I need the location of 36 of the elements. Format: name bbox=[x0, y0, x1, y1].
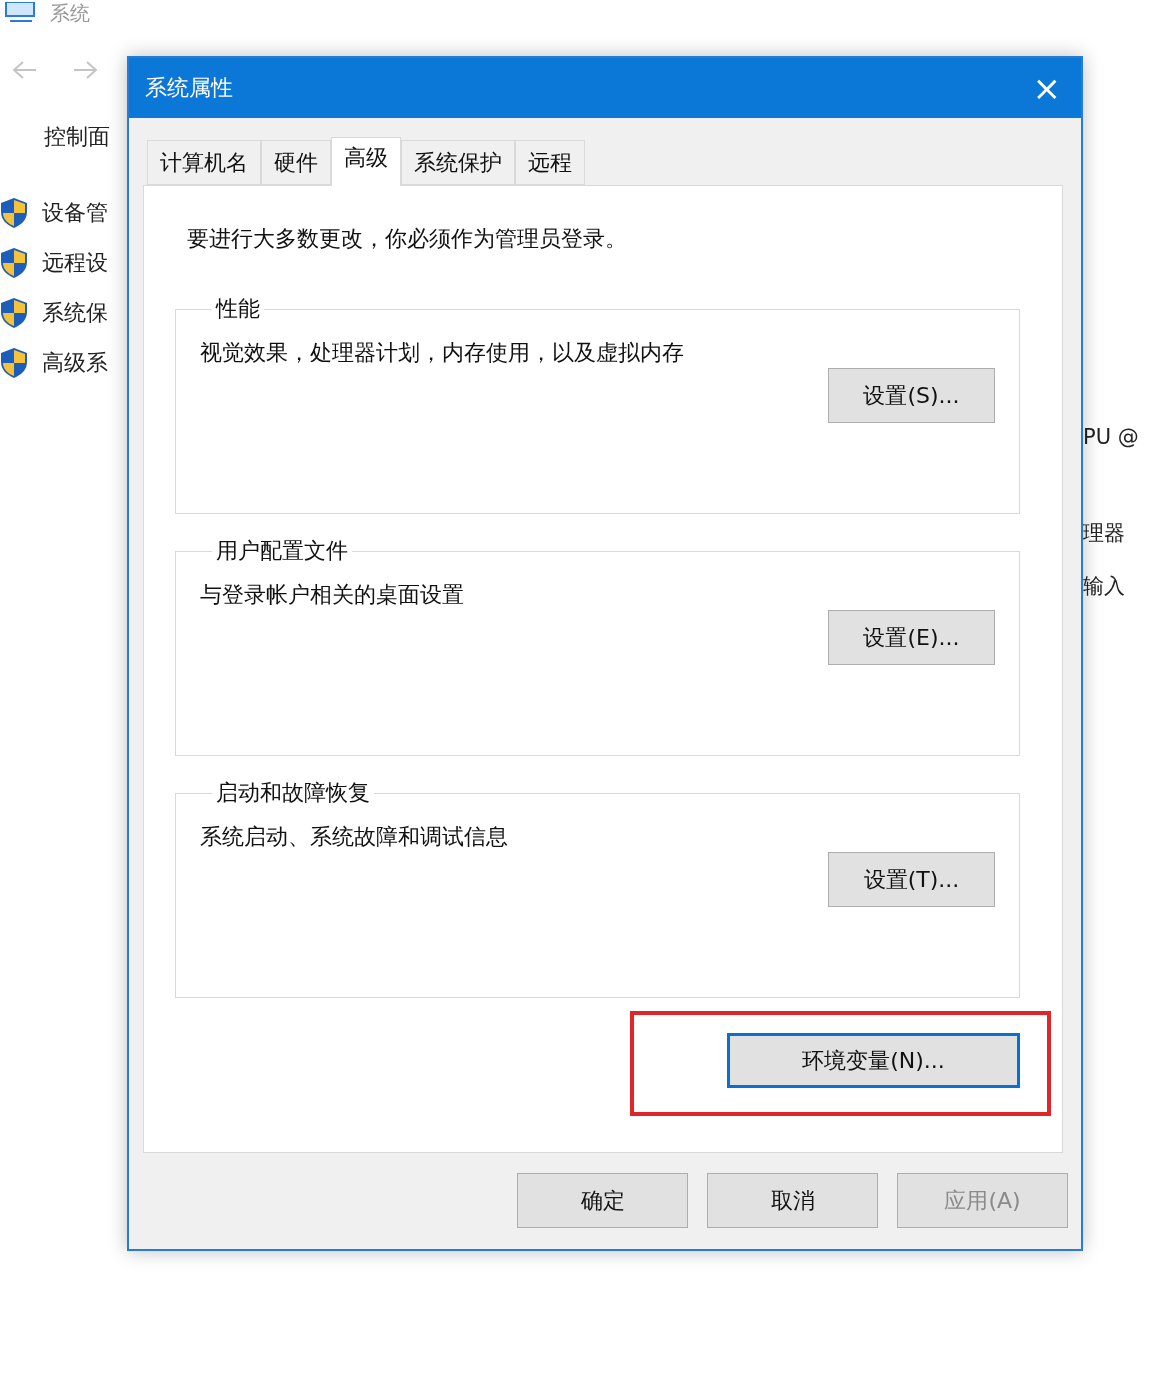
tab[interactable]: 系统保护 bbox=[401, 140, 515, 185]
dialog-button[interactable]: 取消 bbox=[707, 1173, 878, 1228]
tab[interactable]: 远程 bbox=[515, 140, 585, 185]
close-button[interactable]: × bbox=[1028, 71, 1065, 105]
back-arrow-icon[interactable] bbox=[12, 60, 38, 80]
dialog-button[interactable]: 确定 bbox=[517, 1173, 688, 1228]
group-title: 性能 bbox=[214, 295, 261, 323]
sidebar-link[interactable]: 系统保 bbox=[42, 298, 108, 328]
window-title: 系统 bbox=[50, 0, 90, 27]
breadcrumb-link[interactable]: 控制面 bbox=[44, 122, 128, 152]
shield-icon bbox=[0, 347, 28, 379]
info-text: PU @ bbox=[1083, 425, 1140, 449]
shield-icon bbox=[0, 197, 28, 229]
group-description: 视觉效果，处理器计划，内存使用，以及虚拟内存 bbox=[200, 339, 685, 367]
dialog-title: 系统属性 bbox=[145, 74, 233, 102]
settings-button[interactable]: 设置(S)... bbox=[828, 368, 995, 423]
sidebar-link[interactable]: 远程设 bbox=[42, 248, 108, 278]
settings-button[interactable]: 设置(T)... bbox=[828, 852, 995, 907]
shield-icon bbox=[0, 297, 28, 329]
group-title: 用户配置文件 bbox=[215, 537, 349, 565]
info-text: 输入 bbox=[1083, 573, 1126, 600]
sidebar-link[interactable]: 高级系 bbox=[42, 348, 108, 378]
tab[interactable]: 高级 bbox=[331, 137, 401, 186]
tab[interactable]: 硬件 bbox=[261, 140, 331, 185]
sidebar-link[interactable]: 设备管 bbox=[42, 198, 108, 228]
environment-variables-button[interactable]: 环境变量(N)... bbox=[727, 1033, 1020, 1088]
group-description: 系统启动、系统故障和调试信息 bbox=[200, 823, 509, 851]
group-description: 与登录帐户相关的桌面设置 bbox=[200, 581, 465, 609]
settings-button[interactable]: 设置(E)... bbox=[828, 610, 995, 665]
group-title: 启动和故障恢复 bbox=[215, 779, 371, 807]
info-text: 理器 bbox=[1083, 520, 1126, 547]
forward-arrow-icon[interactable] bbox=[72, 60, 98, 80]
notice-text: 要进行大多数更改，你必须作为管理员登录。 bbox=[187, 225, 628, 253]
shield-icon bbox=[0, 247, 28, 279]
tab[interactable]: 计算机名 bbox=[147, 140, 261, 185]
monitor-icon bbox=[4, 2, 38, 24]
